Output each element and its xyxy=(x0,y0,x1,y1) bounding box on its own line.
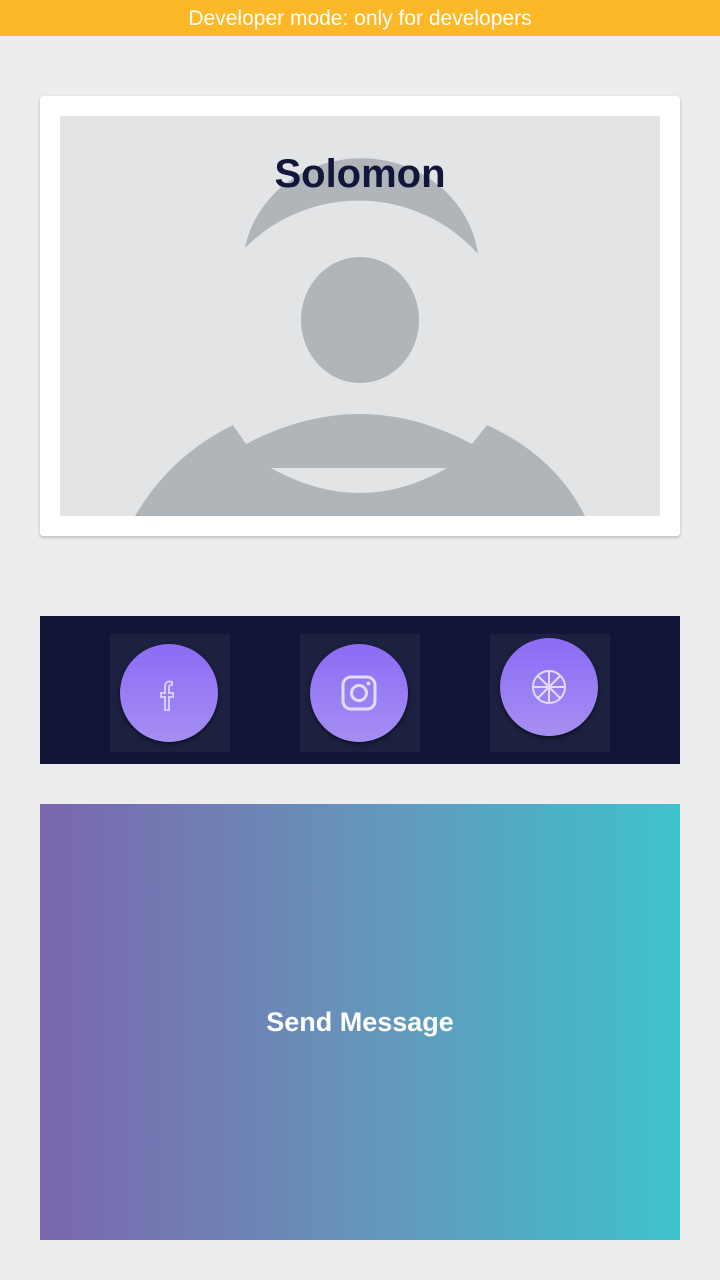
social-links-bar xyxy=(40,616,680,764)
avatar-frame: Solomon xyxy=(60,116,660,516)
profile-card: Solomon xyxy=(40,96,680,536)
facebook-icon xyxy=(160,680,174,711)
social-link-instagram[interactable] xyxy=(300,634,420,752)
profile-name: Solomon xyxy=(274,152,446,196)
dribbble-icon xyxy=(532,670,566,704)
instagram-icon xyxy=(341,675,377,711)
send-message-label: Send Message xyxy=(266,1006,454,1037)
social-link-facebook[interactable] xyxy=(110,634,230,752)
facebook-button[interactable] xyxy=(120,644,218,742)
developer-mode-banner: Developer mode: only for developers xyxy=(0,0,720,36)
send-message-button[interactable]: Send Message xyxy=(40,804,680,1240)
dribbble-button[interactable] xyxy=(500,638,598,736)
instagram-button[interactable] xyxy=(310,644,408,742)
developer-mode-text: Developer mode: only for developers xyxy=(188,7,532,30)
social-link-dribbble[interactable] xyxy=(490,634,610,752)
